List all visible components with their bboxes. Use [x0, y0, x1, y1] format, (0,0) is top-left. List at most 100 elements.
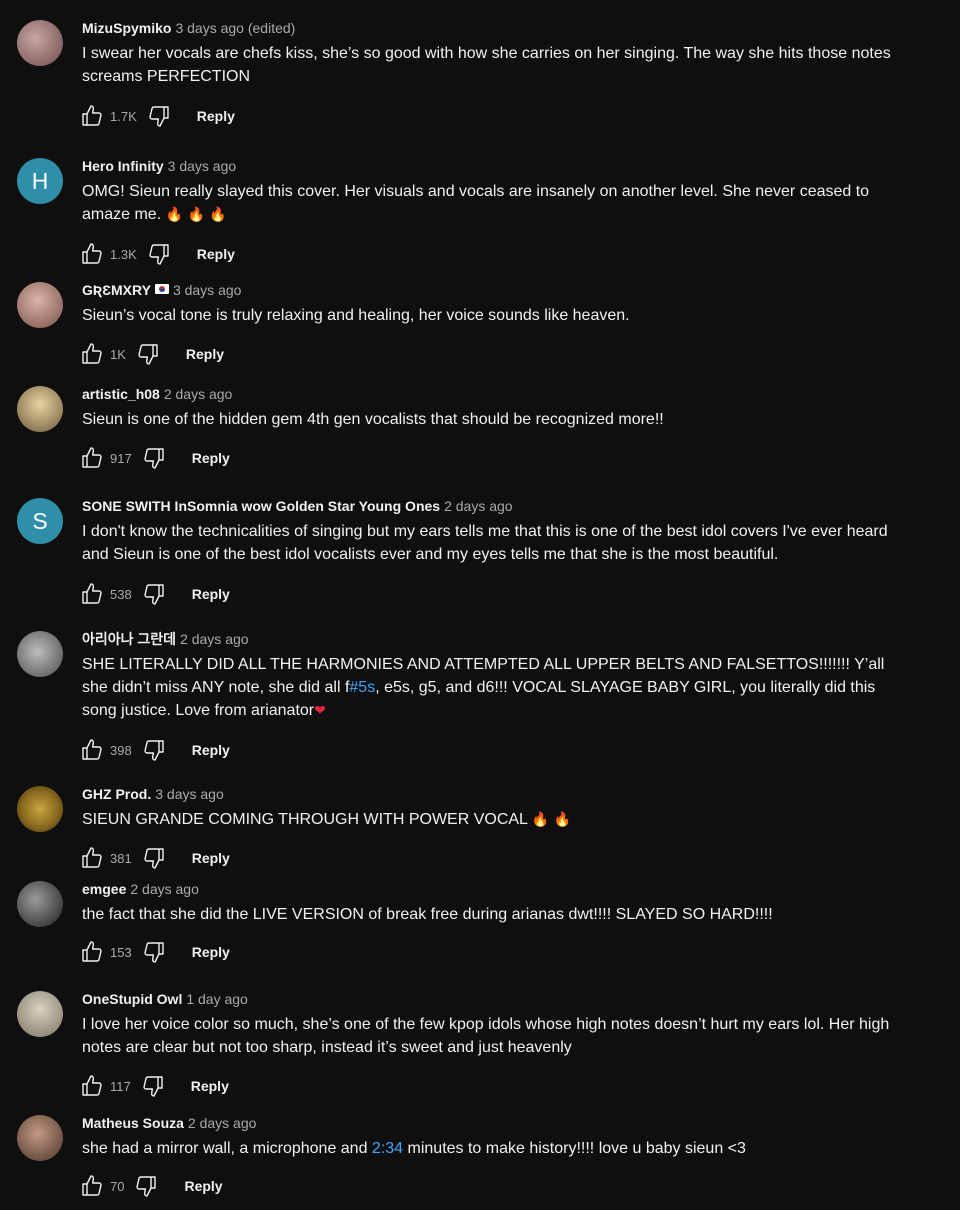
comment-actions: 917 Reply	[80, 446, 230, 470]
author-name[interactable]: Matheus Souza	[82, 1115, 184, 1131]
avatar[interactable]	[17, 631, 63, 677]
reply-button[interactable]: Reply	[186, 346, 224, 362]
comment-text: SIEUN GRANDE COMING THROUGH WITH POWER V…	[82, 808, 912, 832]
comment-actions: 153 Reply	[80, 940, 230, 964]
like-count: 1.7K	[110, 108, 137, 124]
like-icon[interactable]	[80, 242, 104, 266]
like-icon[interactable]	[80, 1174, 104, 1198]
comment-actions: 1.3K Reply	[80, 242, 235, 266]
timestamp[interactable]: 2 days ago	[130, 881, 199, 897]
comment-text-body: SIEUN GRANDE COMING THROUGH WITH POWER V…	[82, 811, 528, 828]
timestamp[interactable]: 3 days ago (edited)	[175, 20, 295, 36]
timestamp[interactable]: 3 days ago	[173, 282, 242, 298]
like-icon[interactable]	[80, 846, 104, 870]
comment-text: SHE LITERALLY DID ALL THE HARMONIES AND …	[82, 653, 912, 723]
avatar[interactable]	[17, 991, 63, 1037]
like-icon[interactable]	[80, 582, 104, 606]
reply-button[interactable]: Reply	[192, 850, 230, 866]
dislike-icon[interactable]	[142, 940, 166, 964]
author-name[interactable]: OneStupid Owl	[82, 991, 182, 1007]
author-name[interactable]: 아리아나 그란데	[82, 631, 176, 647]
like-count: 381	[110, 850, 132, 866]
comment-text: I love her voice color so much, she’s on…	[82, 1016, 890, 1056]
like-icon[interactable]	[80, 738, 104, 762]
comment-actions: 1K Reply	[80, 342, 224, 366]
like-count: 917	[110, 450, 132, 466]
like-count: 1K	[110, 346, 126, 362]
avatar-letter: S	[32, 507, 48, 534]
fire-emoji: 🔥 🔥	[531, 812, 572, 828]
timestamp-link[interactable]: 2:34	[372, 1140, 403, 1157]
avatar[interactable]: H	[17, 158, 63, 204]
like-icon[interactable]	[80, 446, 104, 470]
comment-actions: 70 Reply	[80, 1174, 223, 1198]
like-icon[interactable]	[80, 1074, 104, 1098]
avatar[interactable]	[17, 786, 63, 832]
dislike-icon[interactable]	[136, 342, 160, 366]
reply-button[interactable]: Reply	[192, 450, 230, 466]
timestamp[interactable]: 3 days ago	[155, 786, 224, 802]
comment-actions: 117 Reply	[80, 1074, 229, 1098]
reply-button[interactable]: Reply	[184, 1178, 222, 1194]
comment-text: she had a mirror wall, a microphone and …	[82, 1137, 912, 1160]
author-name[interactable]: GƦƐMXRY	[82, 282, 151, 298]
avatar[interactable]	[17, 1115, 63, 1161]
timestamp[interactable]: 2 days ago	[444, 498, 513, 514]
timestamp[interactable]: 2 days ago	[188, 1115, 257, 1131]
dislike-icon[interactable]	[141, 1074, 165, 1098]
timestamp[interactable]: 1 day ago	[186, 991, 248, 1007]
comment-text-body: she had a mirror wall, a microphone and	[82, 1140, 372, 1157]
comment-actions: 398 Reply	[80, 738, 230, 762]
comment-text-body: minutes to make history!!!! love u baby …	[403, 1140, 746, 1157]
reply-button[interactable]: Reply	[197, 246, 235, 262]
dislike-icon[interactable]	[142, 582, 166, 606]
author-name[interactable]: Hero Infinity	[82, 158, 164, 174]
timestamp[interactable]: 2 days ago	[164, 386, 233, 402]
avatar[interactable]	[17, 881, 63, 927]
like-count: 1.3K	[110, 246, 137, 262]
dislike-icon[interactable]	[134, 1174, 158, 1198]
author-name[interactable]: emgee	[82, 881, 126, 897]
comment-header: Hero Infinity 3 days ago	[82, 157, 236, 175]
author-name[interactable]: MizuSpymiko	[82, 20, 171, 36]
comment-actions: 1.7K Reply	[80, 104, 235, 128]
reply-button[interactable]: Reply	[192, 944, 230, 960]
timestamp[interactable]: 3 days ago	[168, 158, 237, 174]
like-icon[interactable]	[80, 104, 104, 128]
avatar[interactable]	[17, 20, 63, 66]
hashtag-link[interactable]: #5s	[349, 679, 375, 696]
avatar[interactable]	[17, 282, 63, 328]
reply-button[interactable]: Reply	[192, 742, 230, 758]
avatar[interactable]	[17, 386, 63, 432]
dislike-icon[interactable]	[142, 846, 166, 870]
reply-button[interactable]: Reply	[191, 1078, 229, 1094]
comment-text: I don't know the technicalities of singi…	[82, 523, 888, 563]
comment-header: Matheus Souza 2 days ago	[82, 1114, 256, 1132]
avatar-letter: H	[31, 167, 49, 194]
timestamp[interactable]: 2 days ago	[180, 631, 249, 647]
dislike-icon[interactable]	[142, 738, 166, 762]
dislike-icon[interactable]	[142, 446, 166, 470]
like-count: 117	[110, 1078, 131, 1094]
reply-button[interactable]: Reply	[197, 108, 235, 124]
comment-text: Sieun is one of the hidden gem 4th gen v…	[82, 411, 664, 428]
like-icon[interactable]	[80, 342, 104, 366]
like-count: 153	[110, 944, 132, 960]
comment-header: GƦƐMXRY 3 days ago	[82, 281, 241, 299]
author-name[interactable]: artistic_h08	[82, 386, 160, 402]
like-count: 538	[110, 586, 132, 602]
author-name[interactable]: GHZ Prod.	[82, 786, 151, 802]
comment-actions: 381 Reply	[80, 846, 230, 870]
comment-text: Sieun’s vocal tone is truly relaxing and…	[82, 307, 630, 324]
dislike-icon[interactable]	[147, 242, 171, 266]
like-count: 398	[110, 742, 132, 758]
dislike-icon[interactable]	[147, 104, 171, 128]
like-icon[interactable]	[80, 940, 104, 964]
comment-text: OMG! Sieun really slayed this cover. Her…	[82, 180, 912, 227]
reply-button[interactable]: Reply	[192, 586, 230, 602]
comment-header: SONE SWITH InSomnia wow Golden Star Youn…	[82, 497, 513, 515]
comment-text: the fact that she did the LIVE VERSION o…	[82, 906, 773, 923]
comment-header: emgee 2 days ago	[82, 880, 199, 898]
avatar[interactable]: S	[17, 498, 63, 544]
author-name[interactable]: SONE SWITH InSomnia wow Golden Star Youn…	[82, 498, 440, 514]
